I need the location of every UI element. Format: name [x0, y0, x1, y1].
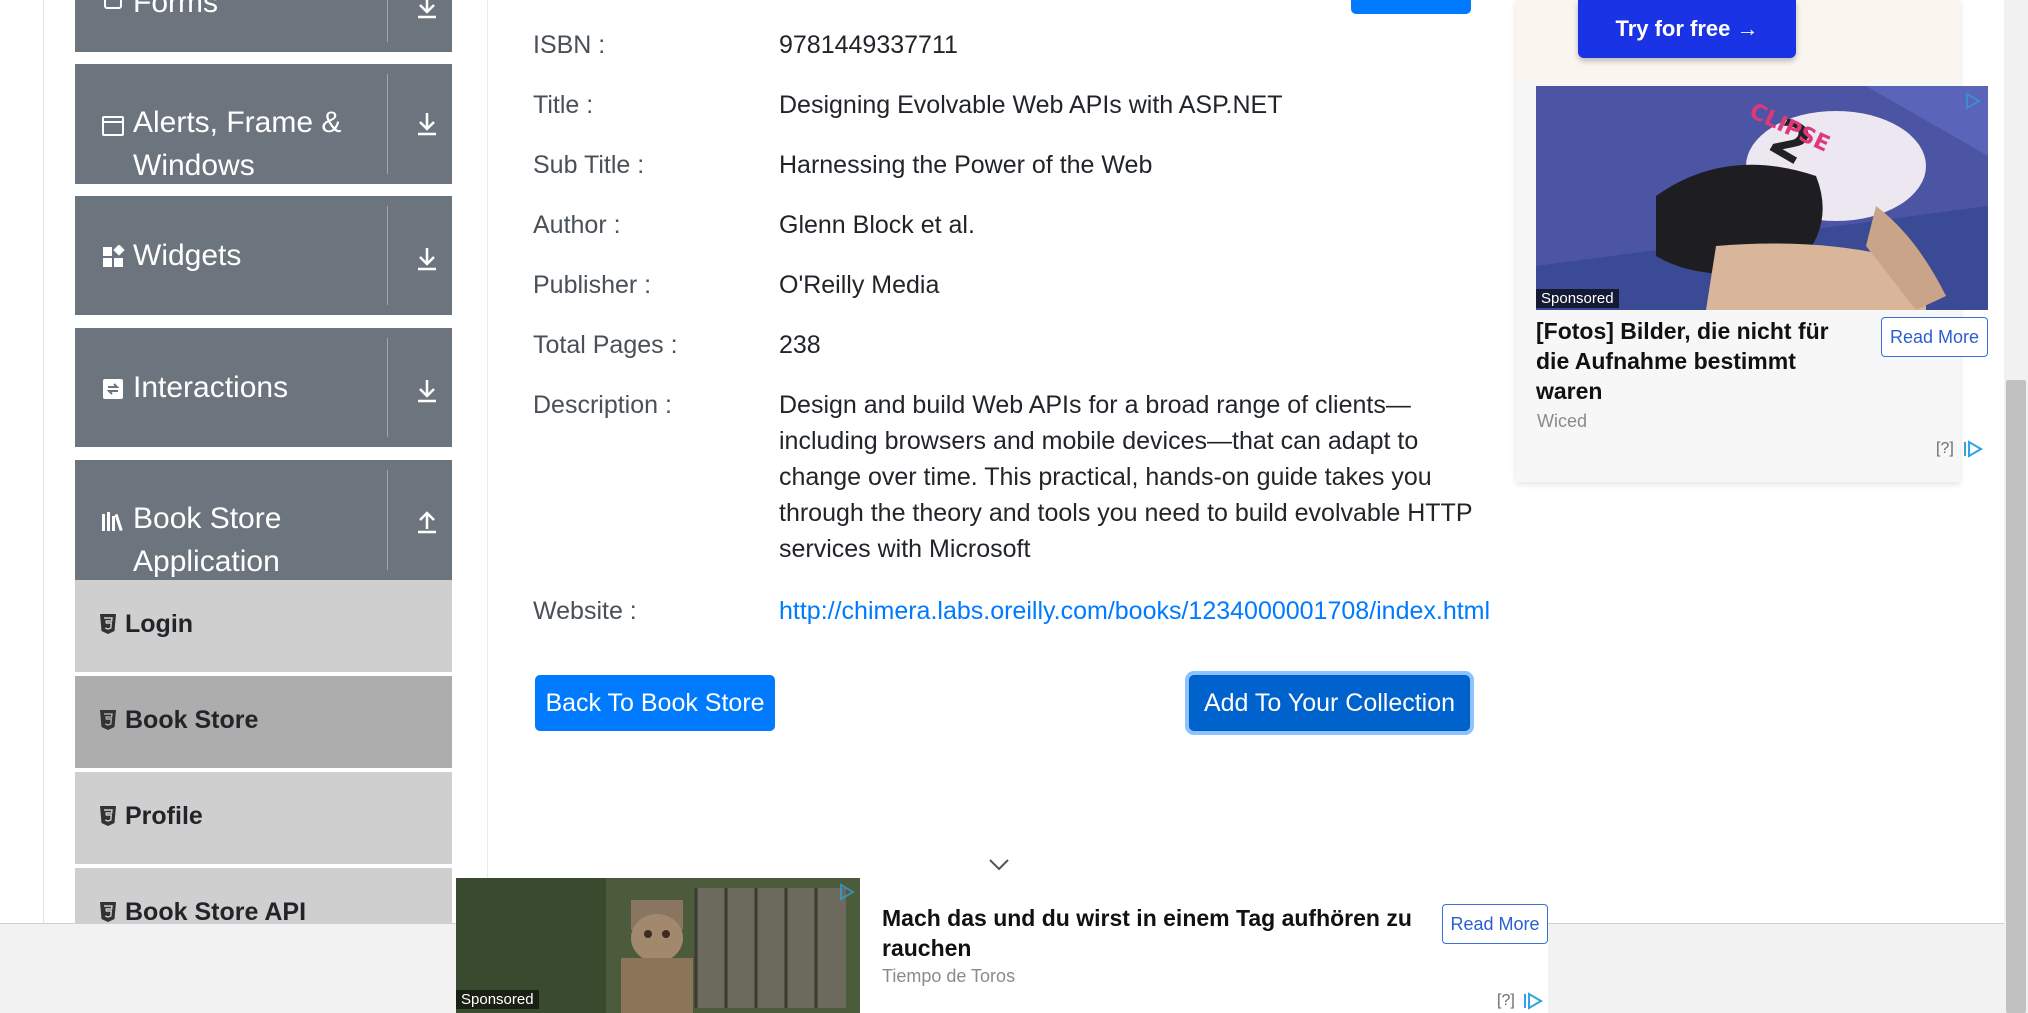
download-arrow-icon[interactable] [412, 376, 442, 406]
adchoices-icon[interactable] [1962, 92, 1982, 110]
adchoices-icon[interactable] [1964, 440, 1984, 458]
window-icon [102, 116, 124, 136]
ad-image[interactable]: 2 CLIPSE [1536, 86, 1988, 310]
website-link[interactable]: http://chimera.labs.oreilly.com/books/12… [779, 597, 1490, 626]
top-action-button[interactable] [1351, 0, 1471, 14]
read-more-button[interactable]: Read More [1881, 317, 1988, 357]
description-label: Description : [533, 391, 672, 419]
back-to-book-store-button[interactable]: Back To Book Store [535, 675, 775, 731]
website-label: Website : [533, 597, 637, 625]
sidebar-group-widgets[interactable]: Widgets [75, 196, 452, 315]
upload-arrow-icon[interactable] [412, 507, 442, 537]
sidebar-group-interactions[interactable]: Interactions [75, 328, 452, 447]
sidebar-item-label: Book Store [125, 706, 259, 734]
group-separator [387, 470, 388, 570]
group-separator [387, 0, 388, 42]
ad-title[interactable]: Mach das und du wirst in einem Tag aufhö… [882, 903, 1422, 963]
download-arrow-icon[interactable] [412, 244, 442, 274]
sidebar-group-label: Alerts, Frame & Windows [133, 106, 342, 182]
ad-photo-volleyball: 2 CLIPSE [1536, 86, 1988, 310]
adchoices-icon[interactable] [1524, 992, 1544, 1010]
download-arrow-icon[interactable] [412, 109, 442, 139]
html5-icon [100, 806, 116, 826]
subtitle-value: Harnessing the Power of the Web [779, 151, 1153, 179]
sidebar-item-label: Profile [125, 802, 203, 830]
widgets-icon [103, 245, 125, 267]
download-arrow-icon[interactable] [412, 0, 442, 22]
sponsored-label: Sponsored [1536, 289, 1619, 308]
isbn-label: ISBN : [533, 31, 606, 59]
title-label: Title : [533, 91, 594, 119]
ad-source: Wiced [1537, 411, 1588, 431]
try-for-free-button[interactable]: Try for free → [1578, 0, 1796, 58]
author-value: Glenn Block et al. [779, 211, 975, 239]
sidebar-group-label: Forms [133, 0, 218, 19]
sidebar-group-alerts-frame-windows[interactable]: Alerts, Frame & Windows [75, 64, 452, 184]
sidebar-group-label: Widgets [133, 239, 242, 272]
content-divider [487, 0, 488, 1013]
author-label: Author : [533, 211, 621, 239]
pages-value: 238 [779, 331, 821, 359]
sidebar-group-forms[interactable]: Forms [75, 0, 452, 52]
pages-label: Total Pages : [533, 331, 678, 359]
read-more-button[interactable]: Read More [1442, 904, 1548, 944]
sidebar-group-label: Book Store Application [133, 502, 282, 578]
isbn-value: 9781449337711 [779, 31, 958, 59]
sidebar-item-login[interactable]: Login [75, 580, 452, 674]
subtitle-label: Sub Title : [533, 151, 645, 179]
sidebar-item-profile[interactable]: Profile [75, 772, 452, 866]
form-icon [104, 0, 122, 9]
publisher-label: Publisher : [533, 271, 652, 299]
add-to-collection-button[interactable]: Add To Your Collection [1189, 675, 1470, 731]
group-separator [387, 206, 388, 305]
html5-icon [100, 614, 116, 634]
chevron-down-icon[interactable] [988, 858, 1010, 872]
ad-help-link[interactable]: [?] [1936, 440, 1954, 458]
books-icon [102, 512, 123, 532]
interactions-icon [103, 379, 123, 399]
ad-help-link[interactable]: [?] [1497, 992, 1515, 1010]
sidebar-group-label: Interactions [133, 371, 289, 404]
sidebar-border [43, 0, 44, 1013]
sidebar-item-label: Login [125, 610, 194, 638]
html5-icon [100, 710, 116, 730]
sponsored-label: Sponsored [456, 990, 539, 1009]
group-separator [387, 338, 388, 437]
sidebar-group-book-store-application[interactable]: Book Store Application [75, 460, 452, 580]
scrollbar-thumb[interactable] [2006, 380, 2026, 1013]
ad-title[interactable]: [Fotos] Bilder, die nicht für die Aufnah… [1536, 316, 1866, 406]
publisher-value: O'Reilly Media [779, 271, 940, 299]
adchoices-icon[interactable] [836, 883, 856, 901]
title-value: Designing Evolvable Web APIs with ASP.NE… [779, 91, 1283, 119]
group-separator [387, 74, 388, 174]
ad-source: Tiempo de Toros [882, 966, 1016, 986]
description-value: Design and build Web APIs for a broad ra… [779, 391, 1473, 563]
html5-icon [100, 902, 116, 922]
sidebar-item-book-store[interactable]: Book Store [75, 676, 452, 770]
